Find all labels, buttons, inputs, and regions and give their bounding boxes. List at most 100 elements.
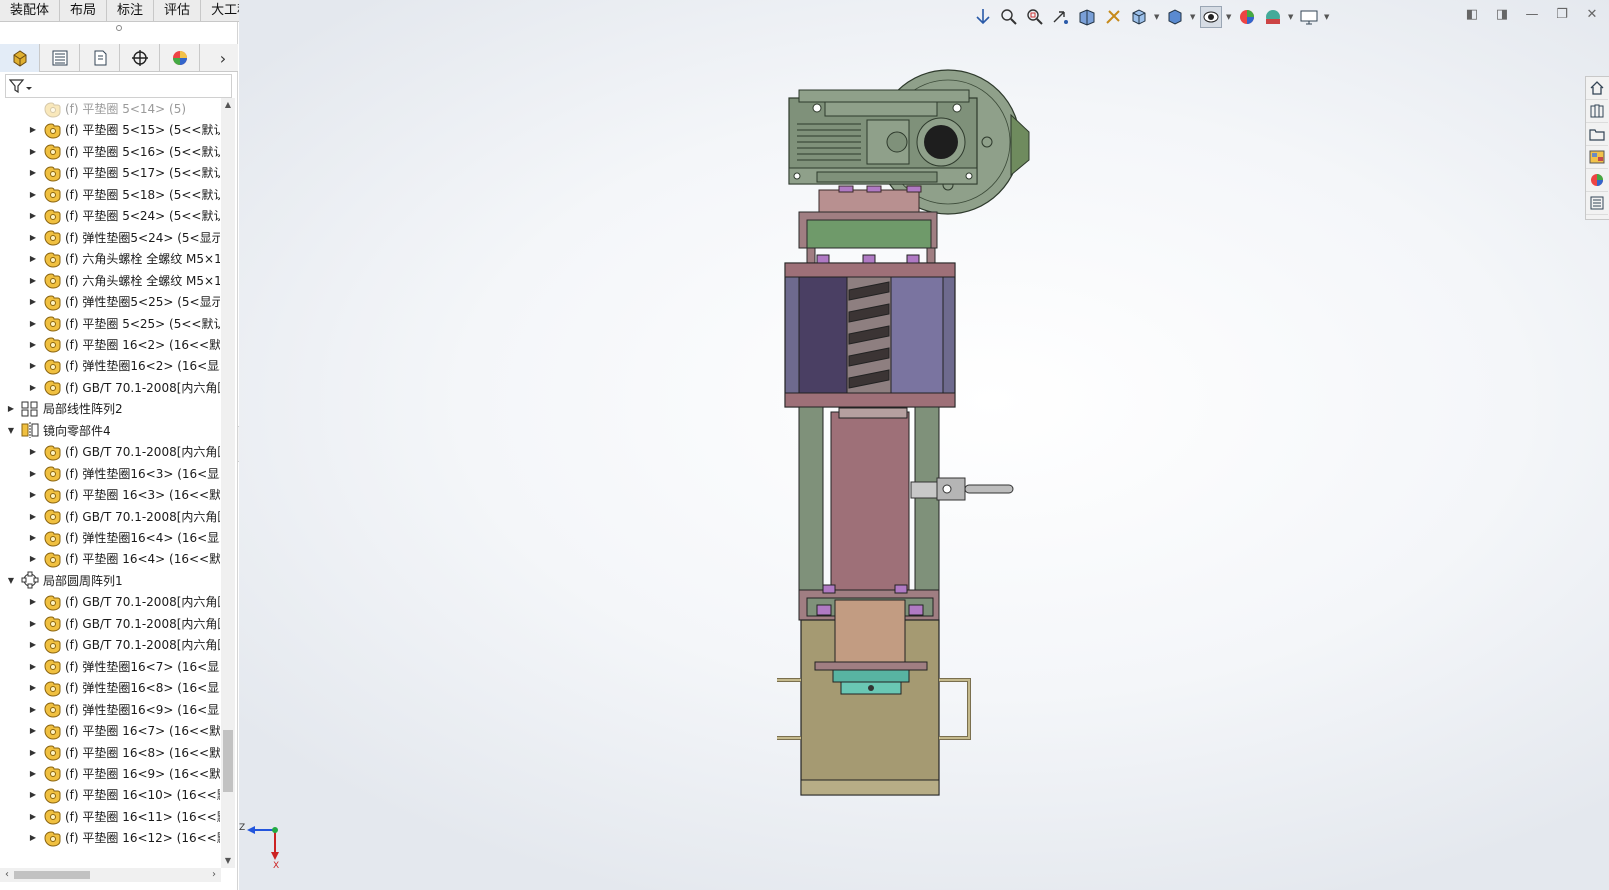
tree-item[interactable]: ▶ (f) 六角头螺栓 全螺纹 M5×1: [0, 248, 220, 269]
tree-vertical-scrollbar[interactable]: ▲ ▼: [221, 98, 235, 868]
scroll-left-icon[interactable]: ‹: [0, 868, 14, 882]
collapsed-arrow-icon[interactable]: ▶: [28, 447, 38, 456]
collapsed-arrow-icon[interactable]: ▶: [6, 404, 16, 413]
custom-properties-icon[interactable]: [1586, 192, 1608, 215]
tree-item[interactable]: ▶ (f) 平垫圈 16<4> (16<<默认: [0, 548, 220, 569]
tree-item[interactable]: ▶ (f) 弹性垫圈5<24> (5<显示: [0, 227, 220, 248]
tree-horizontal-scrollbar[interactable]: ‹ ›: [0, 868, 221, 882]
apply-scene-icon[interactable]: [1262, 6, 1284, 28]
tree-item[interactable]: ▶ (f) 弹性垫圈16<4> (16<显示: [0, 527, 220, 548]
file-explorer-icon[interactable]: [1586, 123, 1608, 146]
tree-item[interactable]: ▶ (f) GB/T 70.1-2008[内六角圆: [0, 441, 220, 462]
collapsed-arrow-icon[interactable]: ▶: [28, 276, 38, 285]
tile-right-icon[interactable]: ◨: [1493, 6, 1511, 24]
dropdown-caret-icon[interactable]: ▼: [1324, 13, 1330, 21]
tree-item[interactable]: ▶ (f) 平垫圈 16<7> (16<<默认: [0, 720, 220, 741]
collapsed-arrow-icon[interactable]: ▶: [28, 683, 38, 692]
collapsed-arrow-icon[interactable]: ▶: [28, 705, 38, 714]
collapsed-arrow-icon[interactable]: ▶: [28, 190, 38, 199]
section-view-icon[interactable]: [1076, 6, 1098, 28]
dropdown-caret-icon[interactable]: ▼: [1288, 13, 1294, 21]
home-icon[interactable]: [1586, 77, 1608, 100]
dropdown-caret-icon[interactable]: ▼: [1190, 13, 1196, 21]
display-style-icon[interactable]: [1164, 6, 1186, 28]
graphics-area[interactable]: ▼ ▼ ▼ ▼ ▼ ◧ ◨ — ❐ ✕ Z X: [239, 0, 1609, 890]
configuration-manager-icon[interactable]: [80, 44, 120, 72]
view-orientation-icon[interactable]: [1128, 6, 1150, 28]
design-library-icon[interactable]: [1586, 100, 1608, 123]
filter-icon[interactable]: [8, 78, 35, 97]
tree-item[interactable]: ▶ (f) 弹性垫圈16<8> (16<显示: [0, 677, 220, 698]
collapsed-arrow-icon[interactable]: ▶: [28, 254, 38, 263]
tree-item[interactable]: ▶ (f) 弹性垫圈16<2> (16<显示: [0, 355, 220, 376]
view-orientation-arrow-icon[interactable]: [972, 6, 994, 28]
expanded-arrow-icon[interactable]: ▼: [6, 576, 16, 585]
collapsed-arrow-icon[interactable]: ▶: [28, 340, 38, 349]
zoom-to-area-icon[interactable]: [1024, 6, 1046, 28]
tree-item[interactable]: ▶ (f) 平垫圈 16<3> (16<<默认: [0, 484, 220, 505]
collapsed-arrow-icon[interactable]: ▶: [28, 361, 38, 370]
collapsed-arrow-icon[interactable]: ▶: [28, 748, 38, 757]
tree-item[interactable]: ▶ (f) 平垫圈 16<12> (16<<默: [0, 827, 220, 848]
property-manager-icon[interactable]: [40, 44, 80, 72]
tab-2[interactable]: 标注: [107, 0, 155, 22]
tree-item[interactable]: ▶ (f) 弹性垫圈5<25> (5<显示: [0, 291, 220, 312]
collapsed-arrow-icon[interactable]: ▶: [28, 597, 38, 606]
tree-item[interactable]: ▼ 镜向零部件4: [0, 420, 220, 441]
tree-item[interactable]: ▶ (f) 平垫圈 5<17> (5<<默认: [0, 162, 220, 183]
tree-item[interactable]: ▶ (f) 平垫圈 16<8> (16<<默认: [0, 742, 220, 763]
collapsed-arrow-icon[interactable]: ▶: [28, 319, 38, 328]
tree-item[interactable]: ▶ 局部线性阵列2: [0, 398, 220, 419]
collapsed-arrow-icon[interactable]: ▶: [28, 383, 38, 392]
tree-filter[interactable]: [5, 74, 232, 98]
tree-item[interactable]: (f) 平垫圈 5<14> (5): [0, 98, 220, 119]
dropdown-caret-icon[interactable]: ▼: [1154, 13, 1160, 21]
tree-item[interactable]: ▶ (f) 平垫圈 5<25> (5<<默认: [0, 313, 220, 334]
tab-0[interactable]: 装配体: [0, 0, 61, 22]
feature-manager-icon[interactable]: [0, 44, 40, 72]
collapsed-arrow-icon[interactable]: ▶: [28, 297, 38, 306]
collapsed-arrow-icon[interactable]: ▶: [28, 211, 38, 220]
tree-item[interactable]: ▶ (f) 弹性垫圈16<3> (16<显示: [0, 463, 220, 484]
tree-item[interactable]: ▶ (f) 平垫圈 16<2> (16<<默认: [0, 334, 220, 355]
collapsed-arrow-icon[interactable]: ▶: [28, 662, 38, 671]
collapsed-arrow-icon[interactable]: ▶: [28, 469, 38, 478]
view-palette-icon[interactable]: [1586, 146, 1608, 169]
hscroll-thumb[interactable]: [14, 871, 90, 879]
collapsed-arrow-icon[interactable]: ▶: [28, 790, 38, 799]
dynamic-annotation-icon[interactable]: [1102, 6, 1124, 28]
collapsed-arrow-icon[interactable]: ▶: [28, 619, 38, 628]
zoom-to-fit-icon[interactable]: [998, 6, 1020, 28]
collapsed-arrow-icon[interactable]: ▶: [28, 833, 38, 842]
tree-item[interactable]: ▶ (f) GB/T 70.1-2008[内六角圆: [0, 377, 220, 398]
restore-icon[interactable]: ❐: [1553, 6, 1571, 24]
dimxpert-manager-icon[interactable]: [120, 44, 160, 72]
collapsed-arrow-icon[interactable]: ▶: [28, 812, 38, 821]
tree-item[interactable]: ▼ 局部圆周阵列1: [0, 570, 220, 591]
collapsed-arrow-icon[interactable]: ▶: [28, 769, 38, 778]
appearances-icon[interactable]: [1586, 169, 1608, 192]
tree-item[interactable]: ▶ (f) GB/T 70.1-2008[内六角圆: [0, 506, 220, 527]
collapsed-arrow-icon[interactable]: ▶: [28, 640, 38, 649]
minimize-icon[interactable]: —: [1523, 6, 1541, 24]
scroll-right-icon[interactable]: ›: [207, 868, 221, 882]
hide-show-items-icon[interactable]: [1200, 6, 1222, 28]
tree-item[interactable]: ▶ (f) 平垫圈 16<9> (16<<默认: [0, 763, 220, 784]
collapsed-arrow-icon[interactable]: ▶: [28, 168, 38, 177]
tree-item[interactable]: ▶ (f) 六角头螺栓 全螺纹 M5×1: [0, 270, 220, 291]
collapsed-arrow-icon[interactable]: ▶: [28, 554, 38, 563]
tab-1[interactable]: 布局: [60, 0, 108, 22]
more-tabs-icon[interactable]: ›: [208, 44, 238, 72]
scroll-thumb[interactable]: [223, 730, 233, 792]
tree-item[interactable]: ▶ (f) GB/T 70.1-2008[内六角圆: [0, 634, 220, 655]
scroll-up-icon[interactable]: ▲: [221, 98, 235, 112]
tree-item[interactable]: ▶ (f) 平垫圈 5<16> (5<<默认: [0, 141, 220, 162]
tree-item[interactable]: ▶ (f) 平垫圈 5<24> (5<<默认: [0, 205, 220, 226]
tab-3[interactable]: 评估: [154, 0, 202, 22]
collapsed-arrow-icon[interactable]: ▶: [28, 147, 38, 156]
tree-item[interactable]: ▶ (f) 平垫圈 16<11> (16<<默: [0, 806, 220, 827]
display-manager-icon[interactable]: [160, 44, 200, 72]
scroll-down-icon[interactable]: ▼: [221, 854, 235, 868]
previous-view-icon[interactable]: [1050, 6, 1072, 28]
edit-appearance-icon[interactable]: [1236, 6, 1258, 28]
